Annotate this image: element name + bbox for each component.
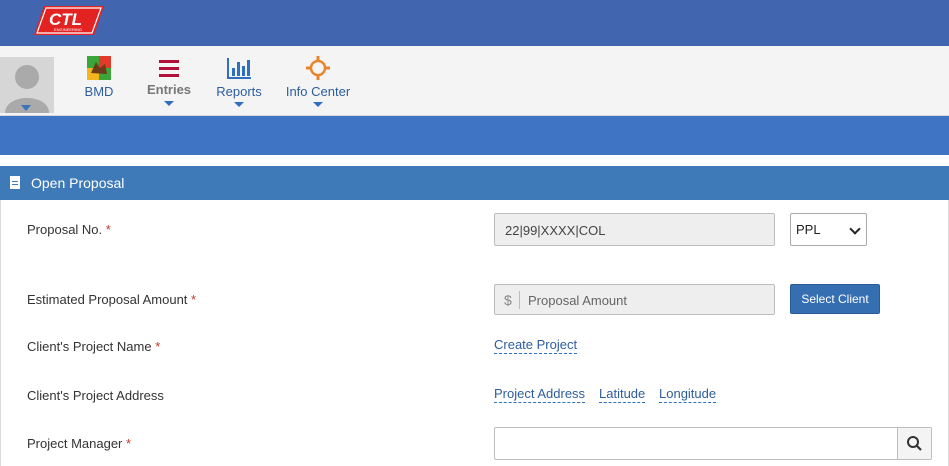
bar-chart-icon <box>227 58 251 79</box>
select-client-button[interactable]: Select Client <box>790 284 880 314</box>
create-project-link[interactable]: Create Project <box>494 337 578 354</box>
longitude-link[interactable]: Longitude <box>659 386 717 403</box>
document-icon <box>10 176 20 189</box>
project-manager-search-button[interactable] <box>897 428 931 459</box>
nav-label-entries: Entries <box>146 82 192 97</box>
proposal-no-field[interactable]: 22|99|XXXX|COL <box>494 213 775 246</box>
amount-label: Estimated Proposal Amount * <box>27 292 196 307</box>
hamburger-list-icon <box>159 60 179 77</box>
nav-item-bmd[interactable]: BMD <box>79 56 119 99</box>
chevron-down-icon <box>849 223 861 235</box>
bmd-app-icon <box>87 56 111 80</box>
amount-label-text: Estimated Proposal Amount <box>27 292 188 307</box>
nav-label-info-center: Info Center <box>285 84 351 99</box>
nav-item-reports[interactable]: Reports <box>212 56 266 107</box>
avatar-dropdown-caret-icon <box>21 105 31 111</box>
prefix-divider <box>519 291 520 309</box>
nav-item-info-center[interactable]: Info Center <box>282 56 354 107</box>
ctl-logo[interactable]: CTL ENGINEERING <box>34 4 104 37</box>
required-mark: * <box>126 436 132 451</box>
dollar-prefix-icon: $ <box>504 292 512 308</box>
proposal-no-value: 22|99|XXXX|COL <box>505 223 606 238</box>
panel-title: Open Proposal <box>31 175 125 191</box>
required-mark: * <box>191 292 197 307</box>
open-proposal-panel-header: Open Proposal <box>0 166 949 200</box>
nav-item-entries[interactable]: Entries <box>143 56 195 106</box>
info-center-dropdown-caret-icon <box>313 102 323 107</box>
top-header-bar: CTL ENGINEERING <box>0 0 949 46</box>
search-icon <box>907 436 922 451</box>
required-mark: * <box>155 339 161 354</box>
required-mark: * <box>105 222 111 237</box>
proposal-no-label: Proposal No. * <box>27 222 111 237</box>
blue-banner <box>0 116 949 155</box>
proposal-type-select[interactable]: PPL <box>790 213 867 246</box>
proposal-amount-input[interactable]: $ Proposal Amount <box>494 284 775 315</box>
project-manager-label: Project Manager * <box>27 436 131 451</box>
proposal-no-label-text: Proposal No. <box>27 222 103 237</box>
nav-label-bmd: BMD <box>84 84 114 99</box>
crosshair-target-icon <box>306 56 330 80</box>
project-manager-input[interactable] <box>494 427 932 460</box>
user-avatar[interactable] <box>0 57 54 113</box>
project-address-label: Client's Project Address <box>27 388 164 403</box>
project-address-link[interactable]: Project Address <box>494 386 586 403</box>
svg-text:ENGINEERING: ENGINEERING <box>54 27 82 32</box>
proposal-type-value: PPL <box>796 222 821 237</box>
reports-dropdown-caret-icon <box>234 102 244 107</box>
project-name-label-text: Client's Project Name <box>27 339 152 354</box>
proposal-amount-placeholder: Proposal Amount <box>528 293 628 308</box>
entries-dropdown-caret-icon <box>164 101 174 106</box>
main-nav-bar: BMD Entries Reports Info Center <box>0 46 949 116</box>
project-address-label-text: Client's Project Address <box>27 388 164 403</box>
latitude-link[interactable]: Latitude <box>599 386 646 403</box>
project-name-label: Client's Project Name * <box>27 339 160 354</box>
nav-label-reports: Reports <box>216 84 262 99</box>
project-manager-label-text: Project Manager <box>27 436 123 451</box>
